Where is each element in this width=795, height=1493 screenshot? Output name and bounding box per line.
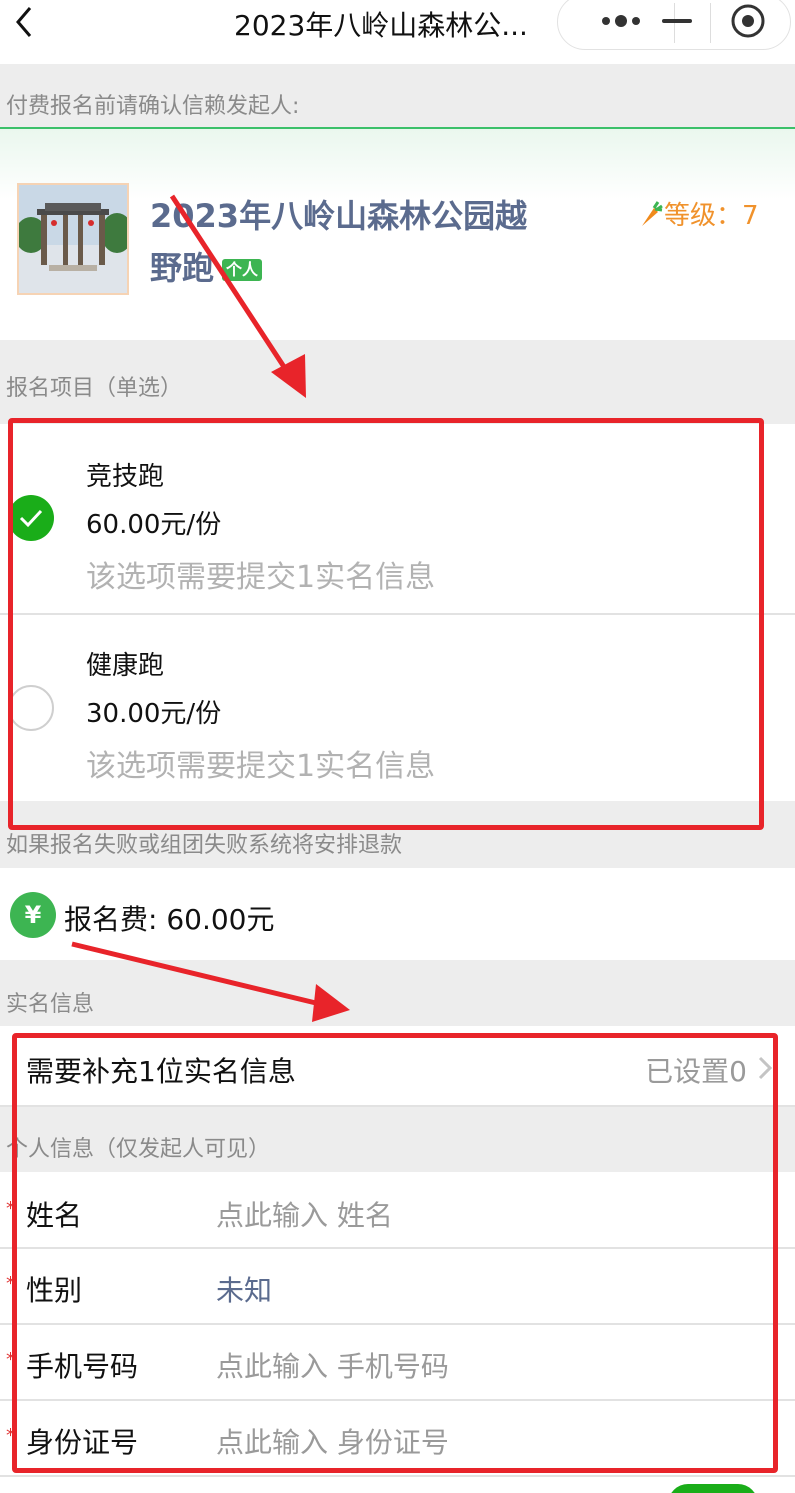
field-label: 姓名: [26, 1199, 83, 1232]
required-mark: *: [6, 1349, 15, 1370]
toggle-switch[interactable]: [668, 1484, 758, 1493]
field-row-name[interactable]: * 姓名 点此输入 姓名: [0, 1172, 795, 1248]
required-mark: *: [6, 1273, 15, 1294]
options-header: 报名项目（单选）: [6, 376, 183, 401]
option-item[interactable]: 竞技跑 60.00元/份 该选项需要提交1实名信息: [0, 424, 795, 614]
close-target-icon[interactable]: [724, 0, 776, 49]
refund-section: 如果报名失败或组团失败系统将安排退款: [0, 801, 795, 868]
radio-checked-icon[interactable]: [8, 495, 54, 541]
option-price: 60.00元/份: [86, 510, 222, 540]
notice-section: 付费报名前请确认信赖发起人:: [0, 64, 795, 128]
option-price: 30.00元/份: [86, 699, 222, 729]
fee-row: ¥ 报名费: 60.00元: [0, 868, 795, 960]
option-name: 竞技跑: [86, 462, 165, 492]
field-row-phone[interactable]: * 手机号码 点此输入 手机号码: [0, 1325, 795, 1399]
option-note: 该选项需要提交1实名信息: [86, 749, 436, 784]
field-row-idcard[interactable]: * 身份证号 点此输入 身份证号: [0, 1401, 795, 1475]
chevron-right-icon: [757, 1056, 773, 1080]
refund-note: 如果报名失败或组团失败系统将安排退款: [6, 833, 403, 858]
required-mark: *: [6, 1198, 15, 1219]
radio-unchecked-icon[interactable]: [8, 685, 54, 731]
field-row-gender[interactable]: * 性别 未知: [0, 1249, 795, 1323]
personal-header: 个人信息（仅发起人可见）: [6, 1137, 271, 1162]
realname-label: 需要补充1位实名信息: [26, 1055, 296, 1088]
yen-icon: ¥: [10, 892, 56, 938]
level-text: 等级：7: [664, 201, 759, 231]
realname-header: 实名信息: [6, 992, 95, 1017]
field-label: 身份证号: [26, 1426, 139, 1459]
capsule-divider: [710, 3, 711, 43]
carrot-icon: [638, 200, 664, 228]
options-section-header: 报名项目（单选）: [0, 340, 795, 424]
option-note: 该选项需要提交1实名信息: [86, 560, 436, 595]
field-label: 手机号码: [26, 1350, 139, 1383]
phone-input[interactable]: 点此输入 手机号码: [216, 1345, 449, 1385]
notice-text: 付费报名前请确认信赖发起人:: [6, 94, 300, 119]
option-name: 健康跑: [86, 651, 165, 681]
badge-personal: 个人: [222, 259, 263, 281]
event-title: 2023年八岭山森林公园越野跑 个人: [150, 190, 530, 294]
fee-text: 报名费: 60.00元: [64, 903, 275, 936]
event-title-text: 2023年八岭山森林公园越野跑: [150, 197, 528, 287]
page-title: 2023年八岭山森林公...: [234, 9, 528, 42]
realname-status: 已设置0: [645, 1055, 747, 1088]
event-thumbnail[interactable]: [17, 183, 129, 295]
option-item[interactable]: 健康跑 30.00元/份 该选项需要提交1实名信息: [0, 615, 795, 801]
realname-section-header: 实名信息: [0, 960, 795, 1026]
required-mark: *: [6, 1425, 15, 1446]
minimize-icon[interactable]: [652, 0, 702, 49]
divider: [0, 1475, 795, 1477]
gender-select[interactable]: 未知: [216, 1269, 272, 1309]
level-indicator: 等级：7: [638, 195, 759, 232]
nav-bar: 2023年八岭山森林公...: [0, 0, 795, 64]
back-icon[interactable]: [6, 2, 46, 42]
personal-section-header: 个人信息（仅发起人可见）: [0, 1107, 795, 1172]
name-input[interactable]: 点此输入 姓名: [216, 1194, 393, 1234]
realname-row[interactable]: 需要补充1位实名信息 已设置0: [0, 1026, 795, 1106]
idcard-input[interactable]: 点此输入 身份证号: [216, 1421, 449, 1461]
field-label: 性别: [26, 1274, 83, 1307]
mini-program-capsule: [557, 0, 791, 50]
